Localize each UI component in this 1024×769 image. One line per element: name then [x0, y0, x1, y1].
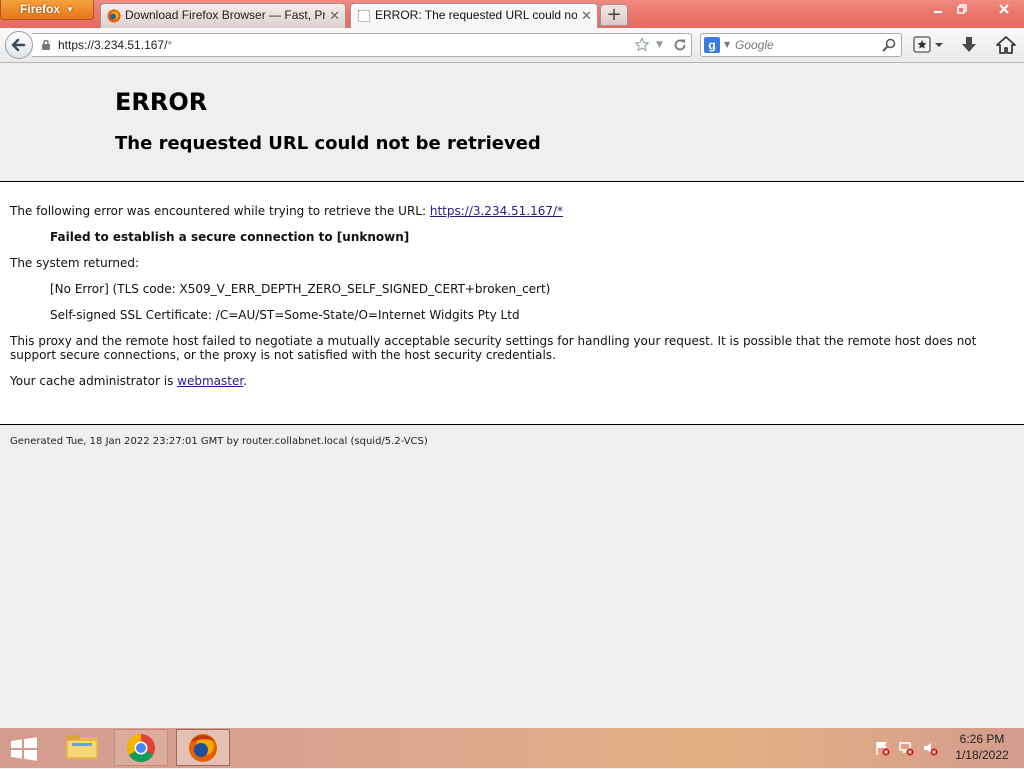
close-window-button[interactable] [988, 2, 1020, 20]
home-icon[interactable] [994, 34, 1018, 56]
google-icon[interactable]: g [704, 37, 720, 53]
file-explorer-icon [66, 735, 98, 759]
new-tab-button[interactable]: + [600, 4, 628, 26]
close-icon[interactable]: ✕ [581, 4, 592, 27]
blank-page-icon [358, 10, 370, 22]
url-suffix: * [167, 38, 173, 52]
firefox-favicon-icon [107, 9, 121, 23]
tab-title: ERROR: The requested URL could not ... [375, 8, 577, 22]
page-title: ERROR [115, 88, 208, 116]
tab-title: Download Firefox Browser — Fast, Pri... [125, 8, 325, 22]
taskbar-firefox[interactable] [176, 729, 230, 766]
lock-icon[interactable] [40, 39, 52, 51]
clock-date: 1/18/2022 [955, 748, 1009, 762]
network-icon[interactable] [898, 740, 914, 756]
firefox-menu-label: Firefox [20, 2, 61, 16]
downloads-icon[interactable] [958, 34, 980, 56]
admin-prefix: Your cache administrator is [10, 374, 178, 388]
search-engine-dropdown-icon[interactable]: ▼ [724, 37, 730, 53]
clock-time: 6:26 PM [959, 732, 1005, 746]
chrome-icon [127, 734, 155, 762]
tab-download-firefox[interactable]: Download Firefox Browser — Fast, Pri... … [100, 3, 346, 28]
taskbar: 6:26 PM 1/18/2022 [0, 728, 1024, 768]
page-viewport: ERROR The requested URL could not be ret… [0, 63, 1024, 728]
failure-message: Failed to establish a secure connection … [50, 230, 410, 244]
page-subtitle: The requested URL could not be retrieved [115, 133, 541, 154]
close-icon[interactable]: ✕ [329, 4, 340, 27]
taskbar-chrome[interactable] [114, 729, 168, 766]
taskbar-file-explorer[interactable] [56, 729, 110, 766]
restore-button[interactable] [950, 2, 974, 20]
requested-url-link[interactable]: https://3.234.51.167/* [430, 204, 563, 218]
reload-icon[interactable] [672, 37, 688, 53]
tab-error-page[interactable]: ERROR: The requested URL could not ... ✕ [350, 3, 598, 28]
error-header: ERROR The requested URL could not be ret… [0, 63, 1024, 182]
navigation-bar: https://3.234.51.167/* ▼ g ▼ [0, 28, 1024, 63]
intro-text: The following error was encountered whil… [10, 204, 430, 218]
url-text[interactable]: https://3.234.51.167/* [58, 34, 172, 56]
close-icon [999, 4, 1009, 14]
minimize-button[interactable] [926, 2, 950, 20]
firefox-menu-button[interactable]: Firefox ▼ [0, 0, 94, 20]
admin-line: Your cache administrator is webmaster. [10, 374, 247, 388]
system-returned-label: The system returned: [10, 256, 140, 270]
search-bar[interactable]: g ▼ [700, 33, 902, 57]
url-main: https://3.234.51.167/ [58, 38, 168, 52]
certificate-info: Self-signed SSL Certificate: /C=AU/ST=So… [50, 308, 520, 322]
plus-icon: + [606, 4, 622, 25]
minimize-icon [934, 11, 942, 13]
back-arrow-icon [11, 38, 26, 52]
address-bar[interactable]: https://3.234.51.167/* ▼ [32, 33, 692, 57]
search-input[interactable] [735, 36, 875, 54]
windows-start-icon[interactable] [8, 736, 40, 762]
tls-error-code: [No Error] (TLS code: X509_V_ERR_DEPTH_Z… [50, 282, 551, 296]
action-center-flag-icon[interactable] [874, 740, 890, 756]
explanation-text: This proxy and the remote host failed to… [10, 334, 977, 362]
title-bar: Firefox ▼ Download Firefox Browser — Fast… [0, 0, 1024, 28]
generated-footer: Generated Tue, 18 Jan 2022 23:27:01 GMT … [10, 436, 428, 447]
admin-suffix: . [243, 374, 248, 388]
webmaster-link[interactable]: webmaster [177, 374, 243, 388]
volume-muted-icon[interactable] [922, 740, 938, 756]
history-dropdown-icon[interactable]: ▼ [656, 37, 663, 53]
bookmarks-menu-button[interactable] [912, 34, 946, 56]
system-clock[interactable]: 6:26 PM 1/18/2022 [948, 731, 1016, 763]
error-content: The following error was encountered whil… [0, 182, 1024, 425]
chevron-down-icon: ▼ [66, 5, 74, 14]
search-icon[interactable] [881, 37, 897, 53]
restore-icon [957, 4, 967, 14]
bookmark-star-icon[interactable] [634, 37, 650, 53]
back-button[interactable] [5, 31, 33, 59]
firefox-icon [189, 734, 217, 762]
intro-line: The following error was encountered whil… [10, 204, 563, 218]
